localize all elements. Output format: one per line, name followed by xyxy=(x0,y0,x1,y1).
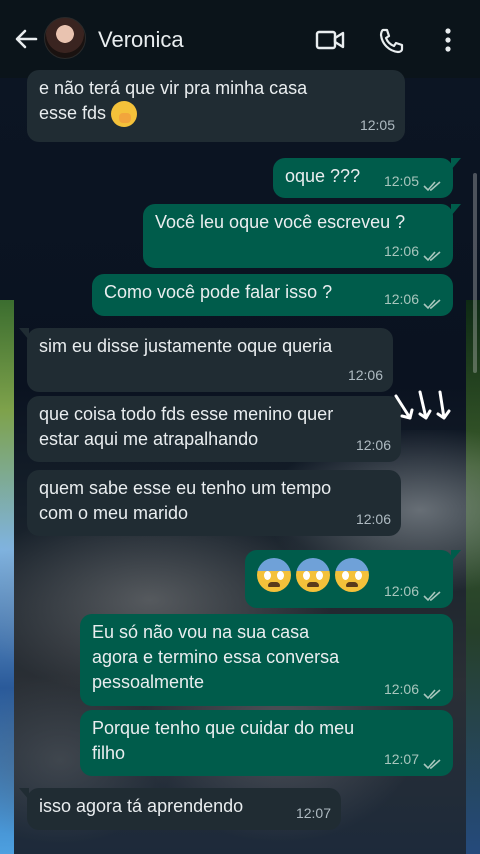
arrow-left-icon[interactable] xyxy=(12,24,40,54)
message-text: estar aqui me atrapalhando xyxy=(39,429,259,449)
message-time: 12:05 xyxy=(359,117,395,133)
message-text: com o meu marido xyxy=(39,503,189,523)
more-vertical-icon[interactable] xyxy=(434,26,466,54)
message-outgoing[interactable]: Porque tenho que cuidar do meu filho 12:… xyxy=(80,710,453,776)
message-outgoing[interactable]: 12:06 xyxy=(245,550,461,608)
message-text: quem sabe esse eu tenho um tempo xyxy=(39,478,332,498)
message-text: Eu só não vou na sua casa xyxy=(92,622,310,642)
message-time: 12:06 xyxy=(355,437,391,453)
message-text: Você leu oque você escreveu ? xyxy=(155,212,406,232)
chat-header: Veronica xyxy=(0,0,480,78)
message-outgoing[interactable]: oque ??? 12:05 xyxy=(273,158,461,198)
message-outgoing[interactable]: Você leu oque você escreveu ? 12:06 xyxy=(143,204,461,268)
message-text: sim eu disse justamente oque queria xyxy=(39,336,333,356)
message-incoming[interactable]: isso agora tá aprendendo 12:07 xyxy=(19,788,341,830)
message-time: 12:06 xyxy=(383,243,419,259)
double-check-icon xyxy=(423,299,441,310)
message-text-line: esse fds xyxy=(39,103,107,123)
message-text: e não terá que vir pra minha casa xyxy=(39,78,308,98)
double-check-icon xyxy=(423,759,441,770)
message-time: 12:06 xyxy=(383,681,419,697)
message-incoming[interactable]: que coisa todo fds esse menino quer esta… xyxy=(27,396,401,462)
message-text: que coisa todo fds esse menino quer xyxy=(39,404,334,424)
phone-icon[interactable] xyxy=(376,26,408,54)
fearful-face-icon xyxy=(296,558,331,592)
shushing-face-icon xyxy=(111,101,138,128)
message-time: 12:05 xyxy=(383,173,419,189)
message-time: 12:07 xyxy=(295,805,331,821)
scrollbar[interactable] xyxy=(473,173,477,373)
double-check-icon xyxy=(423,591,441,602)
message-text: agora e termino essa conversa xyxy=(92,647,340,667)
double-check-icon xyxy=(423,181,441,192)
contact-name[interactable]: Veronica xyxy=(98,26,184,54)
video-camera-icon[interactable] xyxy=(314,26,346,54)
message-time: 12:06 xyxy=(355,511,391,527)
down-arrows-annotation-icon xyxy=(394,390,451,420)
message-text: Porque tenho que cuidar do meu xyxy=(92,718,355,738)
fearful-face-icon xyxy=(257,558,291,592)
message-list[interactable]: e não terá que vir pra minha casa esse f… xyxy=(0,70,480,854)
message-outgoing[interactable]: Como você pode falar isso ? 12:06 xyxy=(92,274,453,316)
message-time: 12:07 xyxy=(383,751,419,767)
message-text: esse fds xyxy=(39,101,393,128)
message-incoming[interactable]: sim eu disse justamente oque queria 12:0… xyxy=(19,328,393,392)
chat-screen: Veronica e não terá que vir pra minha ca… xyxy=(0,0,480,854)
double-check-icon xyxy=(423,251,441,262)
message-text: isso agora tá aprendendo xyxy=(39,796,244,816)
fearful-face-icon xyxy=(335,558,370,592)
message-incoming[interactable]: e não terá que vir pra minha casa esse f… xyxy=(27,70,405,142)
message-outgoing[interactable]: Eu só não vou na sua casa agora e termin… xyxy=(80,614,453,706)
message-time: 12:06 xyxy=(347,367,383,383)
avatar[interactable] xyxy=(44,17,86,59)
message-incoming[interactable]: quem sabe esse eu tenho um tempo com o m… xyxy=(27,470,401,536)
double-check-icon xyxy=(423,689,441,700)
message-time: 12:06 xyxy=(383,583,419,599)
message-time: 12:06 xyxy=(383,291,419,307)
